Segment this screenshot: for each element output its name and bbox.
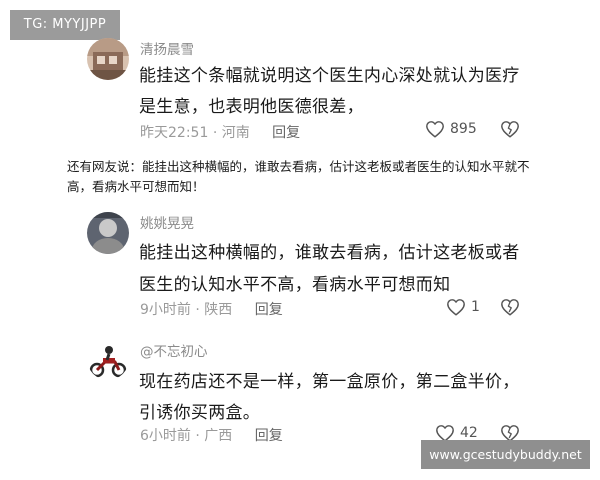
avatar[interactable]: [87, 338, 129, 380]
like-count: 42: [460, 425, 478, 441]
comment-text-line: 现在药店还不是一样，第一盒原价，第二盒半价，: [139, 372, 520, 392]
quote-text: 还有网友说：能挂出这种横幅的，谁敢去看病，估计这老板或者医生的认知水平就不 高，…: [67, 157, 537, 197]
comment-text-line: 能挂这个条幅就说明这个医生内心深处就认为医疗: [139, 66, 520, 86]
avatar[interactable]: [87, 38, 129, 80]
heart-outline-icon: [447, 299, 465, 316]
watermark-top-left: TG: MYYJJPP: [10, 10, 120, 40]
location: 河南: [221, 125, 250, 141]
like-count: 1: [471, 299, 480, 315]
reply-button[interactable]: 回复: [255, 428, 283, 444]
reply-button[interactable]: 回复: [255, 302, 283, 318]
timestamp: 昨天22:51: [140, 125, 209, 141]
dislike-button[interactable]: [500, 298, 520, 320]
location: 广西: [204, 428, 233, 444]
reply-button[interactable]: 回复: [272, 125, 300, 141]
broken-heart-icon: [501, 121, 519, 138]
like-count: 895: [450, 121, 477, 137]
heart-outline-icon: [426, 121, 444, 138]
like-button[interactable]: 1: [446, 298, 480, 316]
comment-meta: 6小时前 · 广西 回复: [140, 428, 283, 444]
watermark-bottom-right: www.gcestudybuddy.net: [421, 440, 590, 469]
username[interactable]: @不忘初心: [140, 340, 208, 360]
location: 陕西: [204, 302, 233, 318]
username[interactable]: 清扬晨雪: [140, 38, 194, 58]
comment-text-line: 医生的认知水平不高，看病水平可想而知: [139, 275, 451, 295]
avatar[interactable]: [87, 212, 129, 254]
comment-text-line: 是生意，也表明他医德很差，: [139, 97, 364, 117]
comment-text-line: 引诱你买两盒。: [139, 403, 261, 423]
timestamp: 9小时前: [140, 302, 191, 318]
comment-text-line: 能挂出这种横幅的，谁敢去看病，估计这老板或者: [139, 243, 520, 263]
broken-heart-icon: [501, 299, 519, 316]
quote-line: 还有网友说：能挂出这种横幅的，谁敢去看病，估计这老板或者医生的认知水平就不: [67, 159, 530, 174]
comment-meta: 9小时前 · 陕西 回复: [140, 302, 283, 318]
dislike-button[interactable]: [500, 120, 520, 142]
comment-meta: 昨天22:51 · 河南 回复: [140, 125, 301, 141]
like-button[interactable]: 895: [425, 120, 477, 138]
username[interactable]: 姚姚晃晃: [140, 212, 194, 232]
quote-line: 高，看病水平可想而知！: [67, 179, 205, 194]
timestamp: 6小时前: [140, 428, 191, 444]
